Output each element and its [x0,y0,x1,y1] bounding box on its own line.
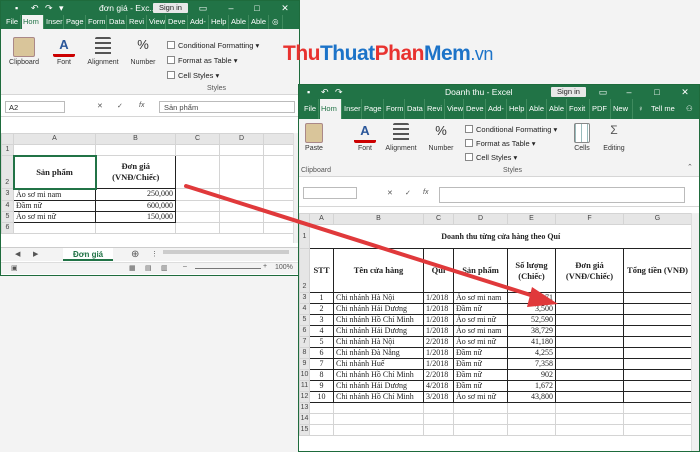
desktop: ▪ ↶ ↷ ▾ đơn giá - Exc... Sign in ▭ – □ ✕… [0,0,700,452]
red-arrow [184,184,558,307]
